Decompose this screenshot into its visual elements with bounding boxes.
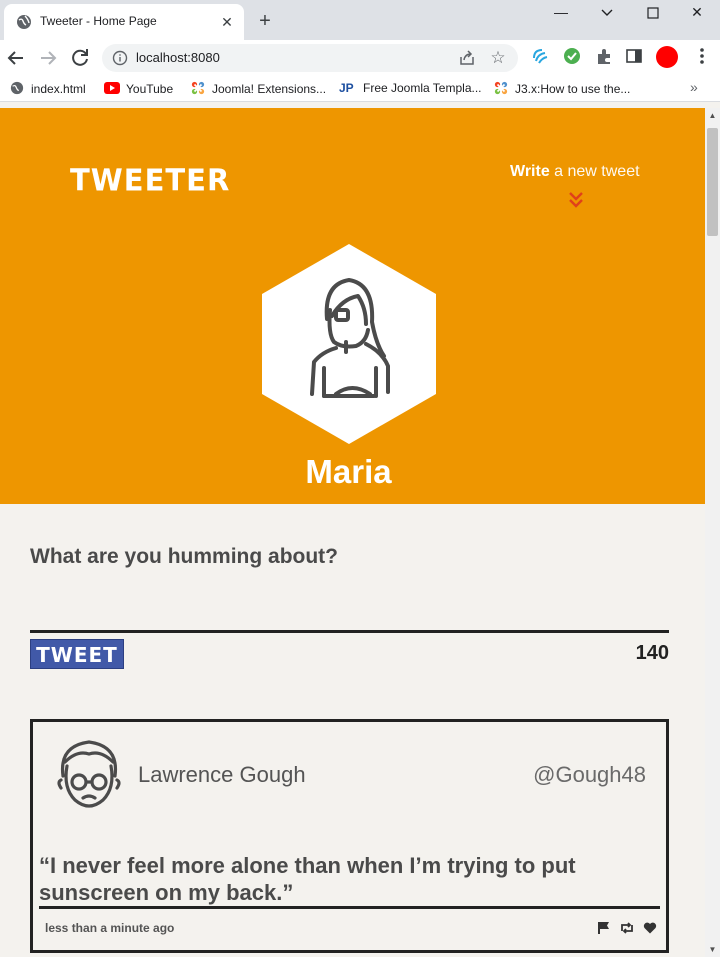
- grammar-extension-icon[interactable]: [562, 46, 582, 66]
- joomla-icon: [191, 81, 205, 95]
- info-icon[interactable]: [112, 50, 128, 66]
- bookmark-label: Joomla! Extensions...: [212, 82, 327, 96]
- browser-toolbar: localhost:8080 ☆: [0, 40, 720, 76]
- tweet-button[interactable]: TWEET: [30, 639, 124, 669]
- compose-textarea[interactable]: What are you humming about?: [30, 545, 338, 569]
- user-avatar-hexagon: [262, 244, 436, 444]
- page-viewport: TWEETER Write a new tweet Maria What are…: [0, 108, 705, 957]
- bookmark-label: YouTube: [126, 82, 174, 96]
- character-counter: 140: [635, 642, 669, 664]
- brand-logo[interactable]: TWEETER: [70, 162, 230, 198]
- tweet-author-name[interactable]: Lawrence Gough: [138, 762, 306, 788]
- heart-icon[interactable]: [643, 921, 657, 935]
- scroll-down-arrow-icon[interactable]: ▼: [705, 942, 720, 957]
- write-bold-text: Write: [510, 163, 550, 180]
- globe-icon: [17, 15, 31, 29]
- extension-swirl-icon[interactable]: [530, 46, 550, 66]
- minimize-button[interactable]: —: [538, 0, 584, 26]
- bookmark-item[interactable]: J3.x:How to use the...: [493, 81, 630, 97]
- bookmark-label: J3.x:How to use the...: [515, 82, 631, 96]
- chevron-down-icon[interactable]: [584, 0, 630, 26]
- url-text[interactable]: localhost:8080: [136, 50, 220, 65]
- scrollbar-thumb[interactable]: [707, 128, 718, 236]
- tweet-author-avatar: [57, 740, 121, 808]
- write-tweet-link[interactable]: Write a new tweet: [510, 163, 640, 181]
- reload-icon[interactable]: [68, 46, 92, 70]
- tab-strip: Tweeter - Home Page ✕ + — ✕: [0, 0, 720, 40]
- bookmark-item[interactable]: index.html: [9, 81, 86, 97]
- new-tab-button[interactable]: +: [254, 10, 276, 32]
- puzzle-icon[interactable]: [594, 46, 614, 66]
- tweet-divider: [39, 906, 660, 909]
- tweet-actions: [591, 919, 661, 937]
- tab-title: Tweeter - Home Page: [40, 14, 157, 28]
- profile-header: TWEETER Write a new tweet Maria: [0, 108, 705, 504]
- bookmark-item[interactable]: YouTube: [104, 81, 173, 97]
- flag-icon[interactable]: [597, 921, 611, 935]
- share-icon[interactable]: [458, 49, 476, 67]
- bookmark-star-icon[interactable]: ☆: [488, 48, 508, 68]
- back-arrow-icon[interactable]: [4, 46, 28, 70]
- compose-divider: [30, 630, 669, 633]
- tweet-author-handle[interactable]: @Gough48: [493, 762, 646, 788]
- bookmarks-overflow-icon[interactable]: »: [690, 79, 698, 95]
- double-chevron-down-icon[interactable]: [568, 190, 584, 210]
- jp-icon: JP: [339, 81, 354, 95]
- forward-arrow-icon[interactable]: [36, 46, 60, 70]
- tweet-card: Lawrence Gough @Gough48 “I never feel mo…: [30, 719, 669, 953]
- write-rest-text: a new tweet: [549, 163, 640, 180]
- globe-icon: [10, 81, 24, 95]
- joomla-icon: [494, 81, 508, 95]
- maximize-button[interactable]: [630, 0, 676, 26]
- profile-name: Maria: [305, 453, 392, 490]
- address-bar[interactable]: localhost:8080 ☆: [102, 44, 518, 72]
- youtube-icon: [104, 82, 120, 94]
- browser-tab[interactable]: Tweeter - Home Page ✕: [4, 4, 244, 40]
- bookmark-label: Free Joomla Templa...: [363, 81, 482, 95]
- bookmark-label: index.html: [31, 82, 86, 96]
- bookmark-item[interactable]: Joomla! Extensions...: [190, 81, 326, 97]
- bookmark-item[interactable]: JP Free Joomla Templa...: [339, 81, 482, 97]
- menu-kebab-icon[interactable]: [692, 46, 712, 66]
- scroll-up-arrow-icon[interactable]: ▲: [705, 108, 720, 123]
- side-panel-icon[interactable]: [624, 46, 644, 66]
- profile-avatar[interactable]: [655, 45, 679, 69]
- bookmarks-bar: index.html YouTube Joomla! Extensions...…: [0, 76, 720, 102]
- page-scrollbar[interactable]: ▲ ▼: [705, 108, 720, 957]
- tweet-text: “I never feel more alone than when I’m t…: [39, 853, 576, 905]
- close-tab-icon[interactable]: ✕: [218, 13, 236, 31]
- retweet-icon[interactable]: [619, 921, 635, 935]
- tweet-timestamp: less than a minute ago: [45, 921, 175, 935]
- close-window-button[interactable]: ✕: [674, 0, 720, 26]
